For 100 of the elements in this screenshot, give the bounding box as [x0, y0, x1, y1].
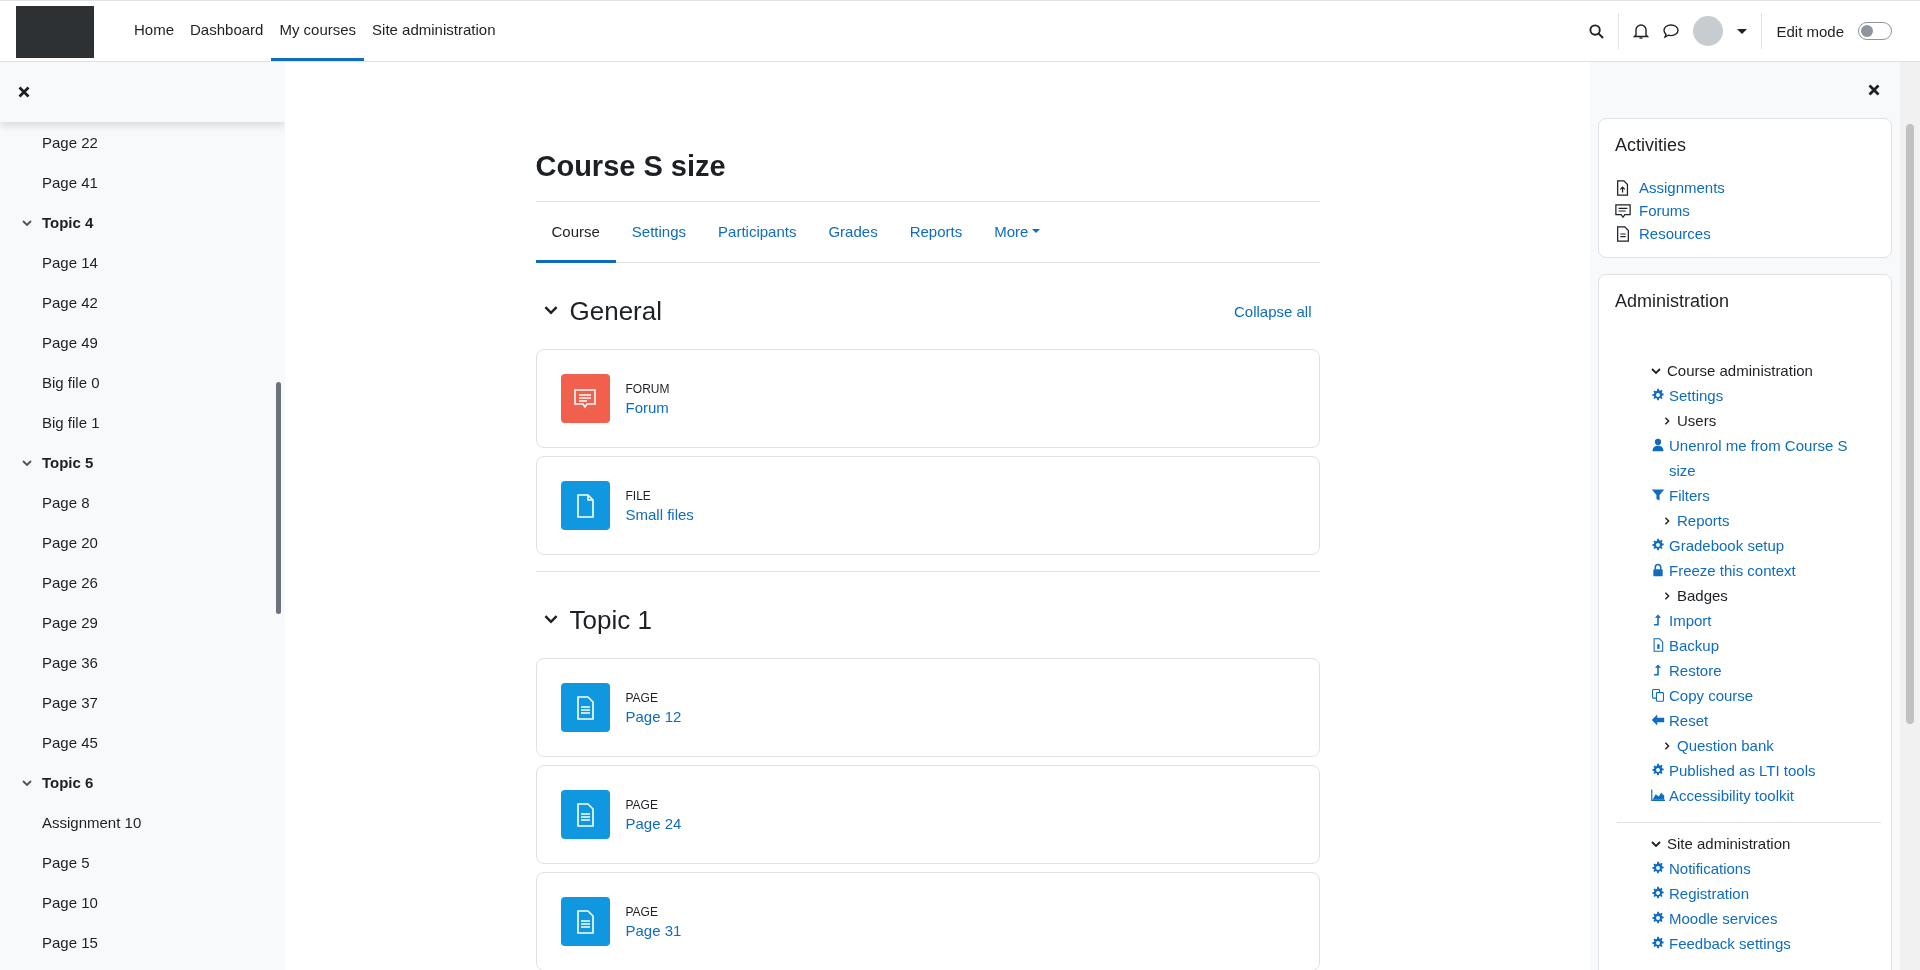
activity-type: PAGE — [625, 904, 659, 919]
tree-link[interactable]: Filters — [1669, 483, 1710, 508]
edit-mode-label: Edit mode — [1776, 22, 1844, 40]
tree-link[interactable]: Freeze this context — [1669, 558, 1796, 583]
collapse-all-link[interactable]: Collapse all — [1233, 302, 1312, 320]
tree-item[interactable]: Users — [1677, 408, 1717, 433]
bell-icon[interactable] — [1633, 23, 1650, 39]
tree-link[interactable]: Gradebook setup — [1669, 533, 1785, 558]
index-item[interactable]: Page 5 — [42, 853, 90, 871]
tree-link[interactable]: Backup — [1669, 633, 1720, 658]
course-tab[interactable]: Grades — [812, 202, 894, 263]
edit-mode-toggle[interactable] — [1858, 22, 1892, 40]
activity-type: PAGE — [625, 690, 659, 705]
activity-type-link[interactable]: Assignments — [1639, 179, 1725, 196]
section-link[interactable]: Topic 5 — [42, 453, 94, 471]
index-item[interactable]: Page 22 — [42, 133, 98, 151]
close-icon[interactable] — [18, 86, 30, 98]
activity-link[interactable]: Forum — [625, 398, 670, 416]
section-link[interactable]: Topic 4 — [42, 213, 94, 231]
course-tab[interactable]: Course — [535, 202, 616, 263]
activity-link[interactable]: Small files — [625, 505, 694, 523]
index-item[interactable]: Page 14 — [42, 253, 98, 271]
tree-link[interactable]: Registration — [1669, 881, 1750, 906]
nav-link[interactable]: Dashboard — [182, 1, 272, 61]
tree-heading[interactable]: Course administration — [1667, 362, 1813, 379]
chevron-icon — [1663, 516, 1671, 525]
chevron-icon — [1663, 416, 1671, 425]
tree-item[interactable]: Badges — [1677, 583, 1728, 608]
tree-item[interactable]: Reports — [1677, 508, 1730, 533]
index-item[interactable]: Page 20 — [42, 533, 98, 551]
index-item[interactable]: Page 10 — [42, 893, 98, 911]
speech-bubble-icon — [1615, 202, 1631, 219]
tree-link[interactable]: Restore — [1669, 658, 1722, 683]
backup-file-icon — [1651, 638, 1665, 652]
activity-type: FILE — [625, 488, 652, 503]
gear-icon — [1651, 388, 1665, 402]
block-title: Activities — [1615, 135, 1687, 156]
scrollbar-thumb[interactable] — [1906, 124, 1914, 724]
tree-link[interactable]: Import — [1669, 608, 1712, 633]
tree-link[interactable]: Settings — [1669, 383, 1724, 408]
tree-heading[interactable]: Site administration — [1667, 835, 1791, 852]
index-item[interactable]: Big file 1 — [42, 413, 100, 431]
chevron-icon — [22, 217, 32, 228]
tree-link[interactable]: Moodle services — [1669, 906, 1778, 931]
index-item[interactable]: Big file 0 — [42, 373, 100, 391]
index-item[interactable]: Page 37 — [42, 693, 98, 711]
course-tab[interactable]: Settings — [615, 202, 703, 263]
index-item[interactable]: Page 29 — [42, 613, 98, 631]
course-tab[interactable]: Reports — [893, 202, 979, 263]
activity-type: PAGE — [625, 797, 659, 812]
activity-link[interactable]: Page 24 — [625, 814, 682, 832]
activity-link[interactable]: Page 12 — [625, 707, 682, 725]
nav-link[interactable]: Site administration — [364, 1, 504, 61]
filter-icon — [1651, 488, 1665, 502]
course-tab[interactable]: More — [978, 202, 1057, 263]
area-chart-icon — [1651, 788, 1665, 802]
tree-link[interactable]: Published as LTI tools — [1669, 758, 1816, 783]
activity-type-link[interactable]: Resources — [1639, 225, 1711, 242]
section-title: Topic 1 — [569, 604, 652, 636]
tree-link[interactable]: Notifications — [1669, 856, 1751, 881]
tree-link[interactable]: Feedback settings — [1669, 931, 1791, 956]
index-item[interactable]: Page 49 — [42, 333, 98, 351]
caret-icon[interactable] — [1737, 28, 1748, 34]
tree-link[interactable]: Unenrol me from Course S size — [1669, 433, 1851, 483]
nav-link[interactable]: Home — [126, 1, 182, 61]
copy-icon — [1651, 688, 1665, 702]
tree-link[interactable]: Reset — [1669, 708, 1709, 733]
chevron-icon — [1663, 741, 1671, 750]
activity-type: FORUM — [625, 381, 670, 396]
index-item[interactable]: Assignment 10 — [42, 813, 142, 831]
tree-link[interactable]: Accessibility toolkit — [1669, 783, 1795, 808]
chevron-icon — [1651, 839, 1661, 849]
index-item[interactable]: Page 15 — [42, 933, 98, 951]
course-title: Course S size — [535, 150, 727, 183]
scrollbar-thumb[interactable] — [276, 382, 281, 614]
chevron-icon — [22, 457, 32, 468]
tree-item[interactable]: Question bank — [1677, 733, 1774, 758]
activity-link[interactable]: Page 31 — [625, 921, 682, 939]
activity-type-link[interactable]: Forums — [1639, 202, 1690, 219]
chevron-icon — [22, 777, 32, 788]
search-icon[interactable] — [1589, 23, 1605, 39]
section-title: General — [569, 295, 662, 327]
chevron-icon — [1663, 591, 1671, 600]
gear-icon — [1651, 886, 1665, 900]
chevron-icon — [1651, 366, 1661, 376]
index-item[interactable]: Page 41 — [42, 173, 98, 191]
section-link[interactable]: Topic 6 — [42, 773, 94, 791]
document-upload-icon — [1615, 179, 1631, 196]
index-item[interactable]: Page 45 — [42, 733, 98, 751]
close-icon[interactable] — [1868, 84, 1880, 96]
chat-icon[interactable] — [1663, 23, 1680, 39]
course-tab[interactable]: Participants — [702, 202, 813, 263]
gear-icon — [1651, 936, 1665, 950]
index-item[interactable]: Page 42 — [42, 293, 98, 311]
arrow-left-icon — [1651, 713, 1665, 727]
block-title: Administration — [1615, 291, 1731, 312]
index-item[interactable]: Page 8 — [42, 493, 90, 511]
index-item[interactable]: Page 26 — [42, 573, 98, 591]
index-item[interactable]: Page 36 — [42, 653, 98, 671]
tree-link[interactable]: Copy course — [1669, 683, 1754, 708]
